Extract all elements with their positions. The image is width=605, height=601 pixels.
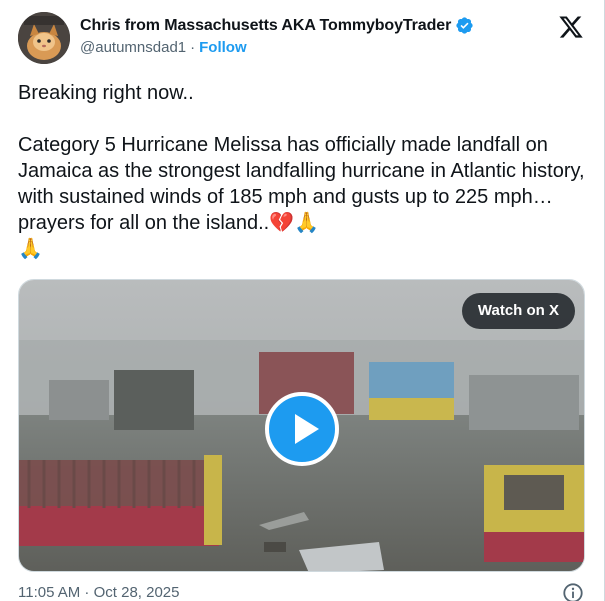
play-button[interactable] — [265, 392, 339, 466]
tweet-text: Breaking right now.. Category 5 Hurrican… — [18, 80, 586, 262]
user-handle[interactable]: @autumnsdad1 — [80, 39, 186, 56]
tweet-header: Chris from Massachusetts AKA TommyboyTra… — [14, 12, 590, 68]
follow-button[interactable]: Follow — [199, 39, 247, 56]
info-icon[interactable] — [562, 582, 584, 601]
separator-dot: · — [190, 39, 196, 56]
tweet-line-1: Breaking right now.. — [18, 82, 194, 104]
watch-on-x-button[interactable]: Watch on X — [461, 293, 575, 329]
x-logo-icon[interactable] — [558, 14, 584, 40]
tweet-footer: 11:05 AM · Oct 28, 2025 — [18, 582, 586, 601]
tweet-card: Chris from Massachusetts AKA TommyboyTra… — [0, 0, 605, 601]
author-names: Chris from Massachusetts AKA TommyboyTra… — [80, 16, 474, 56]
display-name[interactable]: Chris from Massachusetts AKA TommyboyTra… — [80, 17, 451, 35]
timestamp[interactable]: 11:05 AM · Oct 28, 2025 — [18, 584, 179, 601]
play-icon — [295, 414, 319, 444]
video-player[interactable]: Watch on X — [18, 279, 585, 572]
avatar[interactable] — [18, 12, 70, 64]
tweet-line-2: Category 5 Hurricane Melissa has officia… — [18, 134, 585, 234]
tweet-line-3: 🙏 — [18, 238, 43, 260]
verified-badge-icon — [455, 16, 474, 35]
